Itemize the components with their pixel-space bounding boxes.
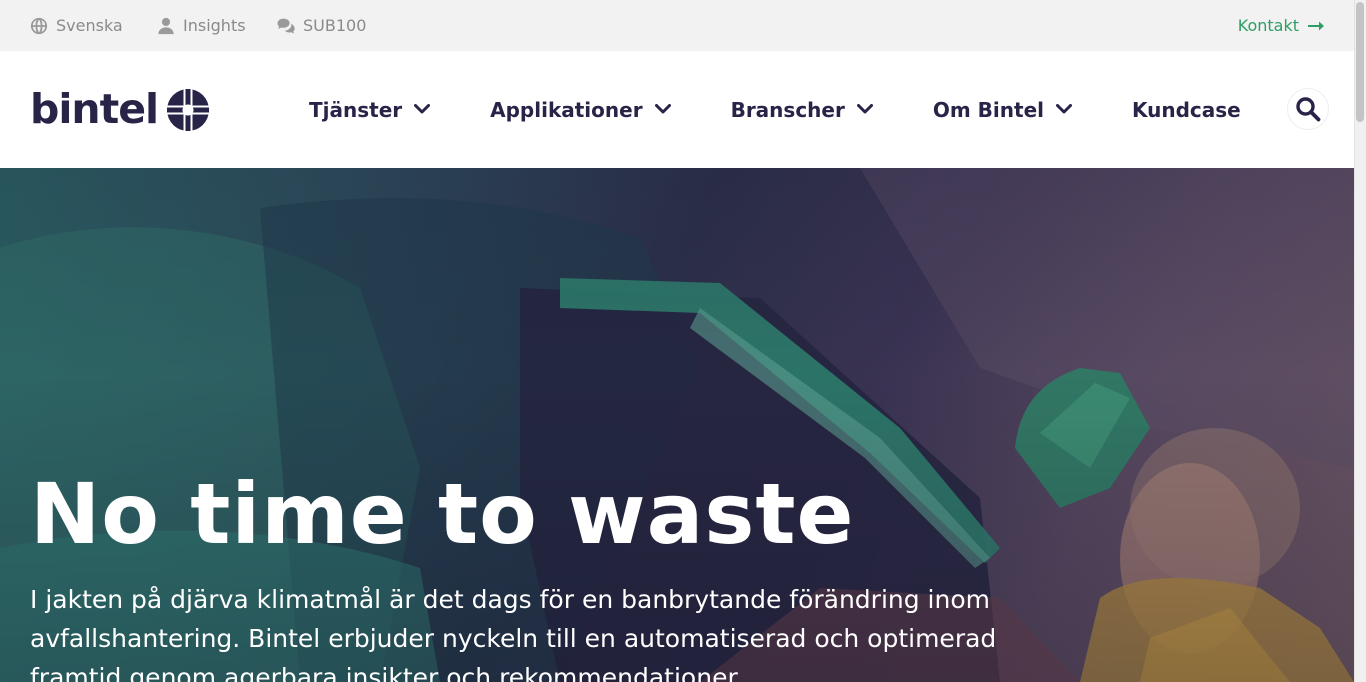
chevron-down-icon bbox=[654, 104, 671, 115]
nav-label: Om Bintel bbox=[932, 97, 1044, 122]
chat-icon bbox=[277, 17, 295, 35]
chevron-down-icon bbox=[414, 104, 431, 115]
main-header: bintel Tjänster Applikationer Branscher … bbox=[0, 51, 1354, 168]
nav-item-om-bintel[interactable]: Om Bintel bbox=[933, 98, 1072, 122]
logo-mark-icon bbox=[166, 88, 210, 132]
utility-bar: Svenska Insights SUB100 Kontakt bbox=[0, 0, 1354, 51]
scrollbar-thumb[interactable] bbox=[1356, 2, 1364, 122]
hero-title: No time to waste bbox=[30, 465, 855, 563]
nav-label: Tjänster bbox=[309, 97, 403, 122]
sub100-link[interactable]: SUB100 bbox=[277, 0, 366, 51]
nav-label: Kundcase bbox=[1131, 97, 1241, 122]
language-label: Svenska bbox=[56, 16, 123, 35]
user-icon bbox=[157, 17, 175, 35]
search-button[interactable] bbox=[1287, 88, 1329, 130]
nav-item-tjanster[interactable]: Tjänster bbox=[309, 97, 431, 122]
chevron-down-icon bbox=[856, 104, 873, 115]
bintel-logo[interactable]: bintel bbox=[30, 87, 210, 132]
arrow-right-icon bbox=[1308, 20, 1324, 32]
nav-label: Branscher bbox=[730, 97, 845, 122]
globe-icon bbox=[30, 17, 48, 35]
logo-wordmark: bintel bbox=[30, 85, 159, 133]
hero-subtitle: I jakten på djärva klimatmål är det dags… bbox=[30, 585, 997, 682]
insights-link[interactable]: Insights bbox=[157, 0, 246, 51]
nav-item-branscher[interactable]: Branscher bbox=[731, 98, 873, 122]
sub100-label: SUB100 bbox=[303, 16, 367, 35]
contact-link[interactable]: Kontakt bbox=[1238, 0, 1324, 51]
chevron-down-icon bbox=[1055, 104, 1072, 115]
insights-label: Insights bbox=[183, 16, 246, 35]
language-switcher[interactable]: Svenska bbox=[30, 0, 123, 51]
search-icon bbox=[1295, 96, 1321, 122]
nav-item-kundcase[interactable]: Kundcase bbox=[1132, 98, 1241, 122]
contact-label: Kontakt bbox=[1237, 16, 1299, 35]
nav-label: Applikationer bbox=[490, 97, 643, 122]
hero-section: No time to waste I jakten på djärva klim… bbox=[0, 168, 1354, 682]
primary-nav: Tjänster Applikationer Branscher Om Bint… bbox=[309, 51, 1241, 168]
nav-item-applikationer[interactable]: Applikationer bbox=[490, 97, 671, 122]
